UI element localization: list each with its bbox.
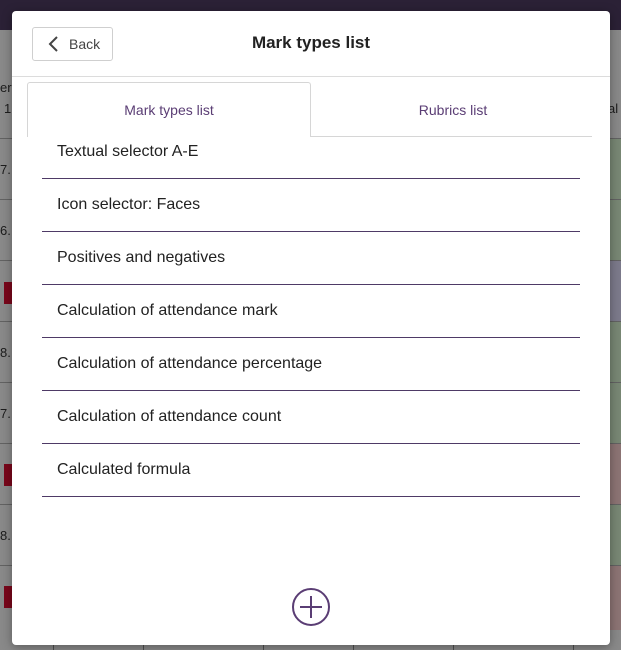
tab-rubrics[interactable]: Rubrics list <box>311 82 595 137</box>
add-mark-type-button[interactable] <box>291 587 331 627</box>
tab-bar-divider <box>311 136 592 137</box>
list-item-calculated-formula[interactable]: Calculated formula <box>42 444 580 497</box>
list-item-attendance-percentage[interactable]: Calculation of attendance percentage <box>42 338 580 391</box>
tab-mark-types[interactable]: Mark types list <box>27 82 311 137</box>
tab-bar: Mark types list Rubrics list <box>27 82 595 137</box>
mark-types-list: Textual selector A-E Icon selector: Face… <box>42 138 580 497</box>
list-item-attendance-count[interactable]: Calculation of attendance count <box>42 391 580 444</box>
list-item-textual-selector[interactable]: Textual selector A-E <box>42 138 580 179</box>
list-item-icon-selector[interactable]: Icon selector: Faces <box>42 179 580 232</box>
dialog-title: Mark types list <box>251 33 371 52</box>
dialog-header: Back Mark types list <box>12 11 610 77</box>
list-item-positives-negatives[interactable]: Positives and negatives <box>42 232 580 285</box>
mark-types-dialog: Back Mark types list Mark types list Rub… <box>12 11 610 645</box>
plus-circle-icon <box>292 588 330 626</box>
list-item-attendance-mark[interactable]: Calculation of attendance mark <box>42 285 580 338</box>
